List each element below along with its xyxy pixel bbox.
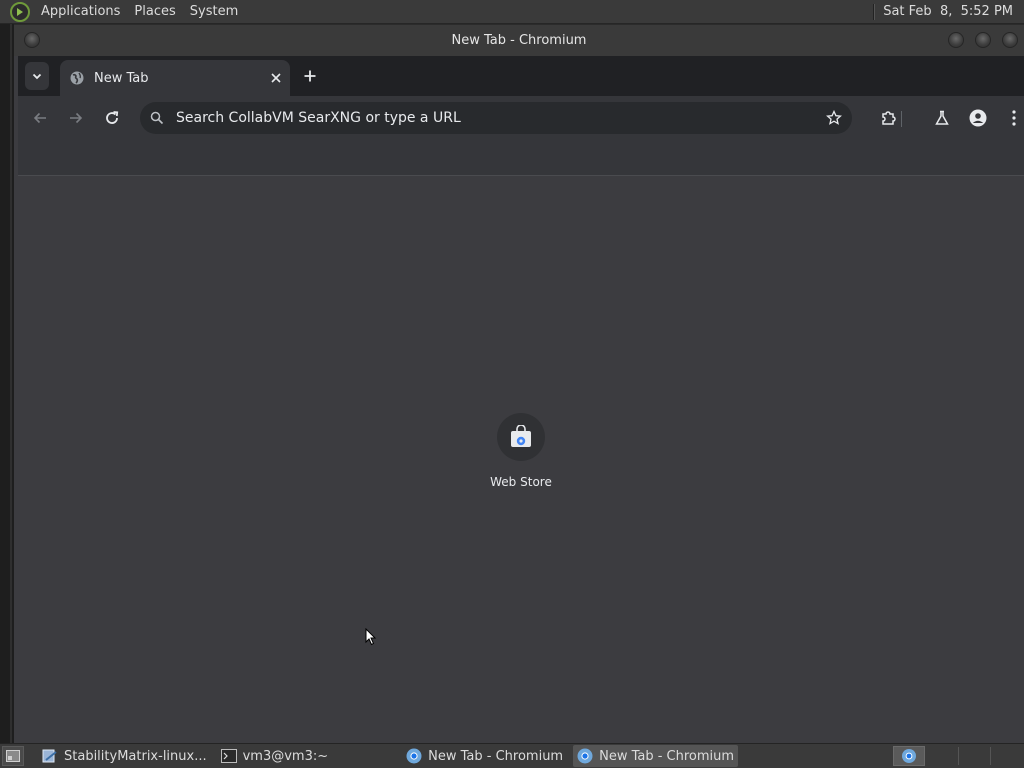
new-tab-button[interactable] — [299, 65, 321, 87]
workspace-divider — [958, 747, 959, 765]
chevron-down-icon — [32, 73, 42, 80]
web-store-icon — [497, 413, 545, 461]
tab-search-button[interactable] — [25, 62, 49, 90]
system-menu[interactable]: System — [183, 0, 245, 24]
close-tab-icon[interactable] — [271, 73, 281, 83]
task-chromium-2[interactable]: New Tab - Chromium — [573, 745, 739, 767]
bookmark-star-icon[interactable] — [826, 110, 842, 126]
installer-icon — [42, 748, 58, 764]
window-menu-button[interactable] — [24, 32, 40, 48]
browser-window: New Tab - Chromium New Tab Search Collab… — [14, 25, 1024, 743]
close-window-button[interactable] — [1002, 32, 1018, 48]
tab-strip: New Tab — [18, 56, 1024, 96]
task-stabilitymatrix[interactable]: StabilityMatrix-linux... — [38, 745, 211, 767]
distro-logo-icon[interactable] — [10, 1, 30, 22]
menu-button[interactable] — [1002, 106, 1024, 130]
search-icon — [150, 111, 164, 125]
plus-icon — [304, 70, 316, 82]
workspace-divider — [990, 747, 991, 765]
task-chromium-1[interactable]: New Tab - Chromium — [402, 745, 567, 767]
applications-menu[interactable]: Applications — [34, 0, 127, 24]
back-button[interactable] — [28, 106, 52, 130]
browser-toolbar: Search CollabVM SearXNG or type a URL — [18, 96, 1024, 140]
shortcut-web-store[interactable]: Web Store — [481, 413, 561, 493]
reload-icon — [106, 111, 119, 124]
desktop-edge — [0, 24, 14, 743]
shortcut-label: Web Store — [490, 475, 552, 489]
show-desktop-button[interactable] — [2, 746, 24, 766]
globe-icon — [69, 70, 85, 86]
places-menu[interactable]: Places — [127, 0, 182, 24]
kebab-menu-icon — [1012, 110, 1016, 126]
flask-icon — [935, 110, 949, 125]
desktop-edge-line — [10, 24, 12, 743]
tab-title: New Tab — [94, 70, 149, 86]
extensions-button[interactable] — [877, 106, 901, 130]
chromium-icon — [406, 748, 422, 764]
task-label: StabilityMatrix-linux... — [64, 748, 207, 764]
toolbar-divider — [901, 111, 902, 127]
workspace-switcher-active[interactable] — [893, 746, 925, 766]
window-title: New Tab - Chromium — [451, 33, 587, 48]
task-label: vm3@vm3:~ — [242, 748, 329, 764]
arrow-right-icon — [70, 112, 83, 124]
reload-button[interactable] — [100, 106, 124, 130]
panel-separator — [873, 3, 876, 20]
minimize-button[interactable] — [948, 32, 964, 48]
terminal-icon — [220, 749, 237, 763]
arrow-left-icon — [33, 112, 46, 124]
tab-new-tab[interactable]: New Tab — [60, 60, 290, 96]
labs-button[interactable] — [930, 106, 954, 130]
forward-button[interactable] — [64, 106, 88, 130]
maximize-button[interactable] — [975, 32, 991, 48]
omnibox[interactable]: Search CollabVM SearXNG or type a URL — [140, 102, 852, 134]
bookmarks-bar — [18, 140, 1024, 176]
task-label: New Tab - Chromium — [599, 748, 735, 764]
chromium-icon — [902, 749, 916, 763]
desktop-icon — [6, 750, 20, 762]
omnibox-placeholder[interactable]: Search CollabVM SearXNG or type a URL — [176, 110, 826, 126]
new-tab-page: Web Store — [18, 176, 1024, 743]
bottom-taskbar: StabilityMatrix-linux... vm3@vm3:~ New T… — [0, 743, 1024, 768]
window-titlebar[interactable]: New Tab - Chromium — [14, 25, 1024, 56]
mouse-cursor-icon — [365, 628, 377, 646]
clock[interactable]: Sat Feb 8, 5:52 PM — [883, 4, 1013, 19]
task-label: New Tab - Chromium — [428, 748, 564, 764]
puzzle-icon — [882, 111, 896, 125]
chromium-icon — [577, 748, 593, 764]
task-terminal[interactable]: vm3@vm3:~ — [217, 745, 333, 767]
avatar-icon — [969, 109, 987, 127]
top-panel: Applications Places System Sat Feb 8, 5:… — [0, 0, 1024, 24]
profile-button[interactable] — [966, 106, 990, 130]
